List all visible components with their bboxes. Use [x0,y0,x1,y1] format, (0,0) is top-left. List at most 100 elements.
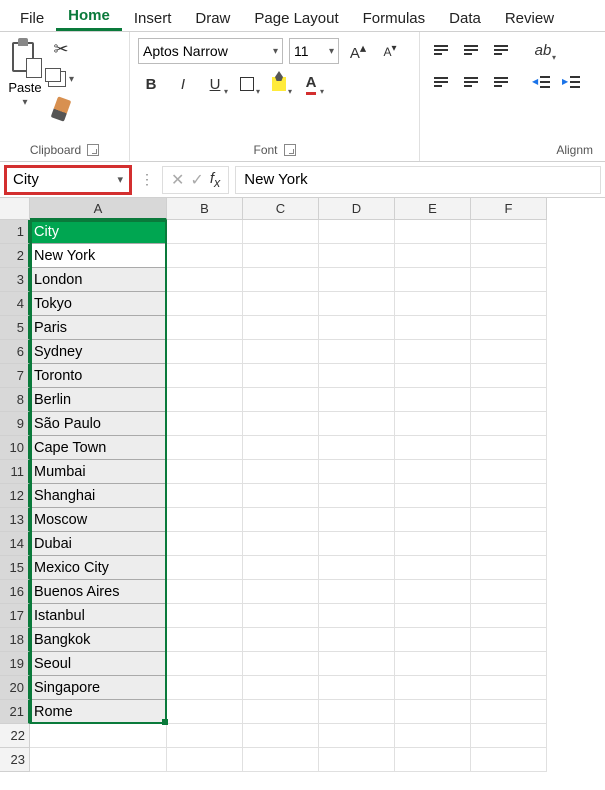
cell-B10[interactable] [167,436,243,460]
cell-C19[interactable] [243,652,319,676]
cell-C10[interactable] [243,436,319,460]
cell-A17[interactable]: Istanbul [30,604,167,628]
cell-B4[interactable] [167,292,243,316]
cell-B14[interactable] [167,532,243,556]
cell-F13[interactable] [471,508,547,532]
cell-A8[interactable]: Berlin [30,388,167,412]
cell-A11[interactable]: Mumbai [30,460,167,484]
row-header-22[interactable]: 22 [0,724,30,748]
row-header-23[interactable]: 23 [0,748,30,772]
cell-E9[interactable] [395,412,471,436]
cell-C12[interactable] [243,484,319,508]
cell-D13[interactable] [319,508,395,532]
cell-E19[interactable] [395,652,471,676]
cell-B1[interactable] [167,220,243,244]
cell-D17[interactable] [319,604,395,628]
cut-button[interactable]: ✂ [48,38,74,60]
tab-home[interactable]: Home [56,1,122,31]
cell-F11[interactable] [471,460,547,484]
cell-D2[interactable] [319,244,395,268]
cell-D22[interactable] [319,724,395,748]
cell-D6[interactable] [319,340,395,364]
row-header-19[interactable]: 19 [0,652,30,676]
cell-C16[interactable] [243,580,319,604]
tab-review[interactable]: Review [493,4,566,31]
cell-D15[interactable] [319,556,395,580]
cell-F6[interactable] [471,340,547,364]
cell-F12[interactable] [471,484,547,508]
cell-E11[interactable] [395,460,471,484]
worksheet-grid[interactable]: ABCDEF 1City2New York3London4Tokyo5Paris… [0,198,605,772]
cell-B18[interactable] [167,628,243,652]
tab-insert[interactable]: Insert [122,4,184,31]
decrease-font-button[interactable]: A▾ [377,39,403,63]
cell-E17[interactable] [395,604,471,628]
cell-E15[interactable] [395,556,471,580]
cell-D4[interactable] [319,292,395,316]
underline-button[interactable]: U [202,72,228,96]
cell-A22[interactable] [30,724,167,748]
name-box[interactable]: City ▾ [4,165,132,195]
cell-A10[interactable]: Cape Town [30,436,167,460]
cell-C1[interactable] [243,220,319,244]
tab-file[interactable]: File [8,4,56,31]
row-header-14[interactable]: 14 [0,532,30,556]
cell-E18[interactable] [395,628,471,652]
cell-D20[interactable] [319,676,395,700]
italic-button[interactable]: I [170,72,196,96]
cell-D9[interactable] [319,412,395,436]
bold-button[interactable]: B [138,72,164,96]
align-bottom-button[interactable] [488,38,514,62]
cell-A12[interactable]: Shanghai [30,484,167,508]
align-right-button[interactable] [488,70,514,94]
cell-E6[interactable] [395,340,471,364]
align-middle-button[interactable] [458,38,484,62]
cell-F15[interactable] [471,556,547,580]
cell-B6[interactable] [167,340,243,364]
cell-C17[interactable] [243,604,319,628]
cell-B21[interactable] [167,700,243,724]
row-header-2[interactable]: 2 [0,244,30,268]
cell-A19[interactable]: Seoul [30,652,167,676]
cell-F18[interactable] [471,628,547,652]
font-size-combo[interactable]: 11▾ [289,38,339,64]
cell-C11[interactable] [243,460,319,484]
row-header-21[interactable]: 21 [0,700,30,724]
cell-D16[interactable] [319,580,395,604]
column-header-A[interactable]: A [30,198,167,220]
column-header-D[interactable]: D [319,198,395,220]
cell-F23[interactable] [471,748,547,772]
row-header-9[interactable]: 9 [0,412,30,436]
cell-B23[interactable] [167,748,243,772]
cell-D19[interactable] [319,652,395,676]
cell-A5[interactable]: Paris [30,316,167,340]
cell-E21[interactable] [395,700,471,724]
cell-B11[interactable] [167,460,243,484]
cell-F21[interactable] [471,700,547,724]
cell-C22[interactable] [243,724,319,748]
cell-C8[interactable] [243,388,319,412]
row-header-5[interactable]: 5 [0,316,30,340]
column-header-F[interactable]: F [471,198,547,220]
orientation-button[interactable]: ab [530,38,556,62]
cell-A6[interactable]: Sydney [30,340,167,364]
cell-C15[interactable] [243,556,319,580]
tab-formulas[interactable]: Formulas [351,4,438,31]
cell-B17[interactable] [167,604,243,628]
row-header-13[interactable]: 13 [0,508,30,532]
row-header-1[interactable]: 1 [0,220,30,244]
fill-color-button[interactable] [266,72,292,96]
cell-A9[interactable]: São Paulo [30,412,167,436]
cell-F1[interactable] [471,220,547,244]
cell-A15[interactable]: Mexico City [30,556,167,580]
row-header-8[interactable]: 8 [0,388,30,412]
cell-A7[interactable]: Toronto [30,364,167,388]
tab-page-layout[interactable]: Page Layout [242,4,350,31]
cell-B9[interactable] [167,412,243,436]
cell-A1[interactable]: City [30,220,167,244]
font-color-button[interactable]: A [298,72,324,96]
borders-button[interactable] [234,72,260,96]
tab-draw[interactable]: Draw [183,4,242,31]
cell-B7[interactable] [167,364,243,388]
row-header-12[interactable]: 12 [0,484,30,508]
